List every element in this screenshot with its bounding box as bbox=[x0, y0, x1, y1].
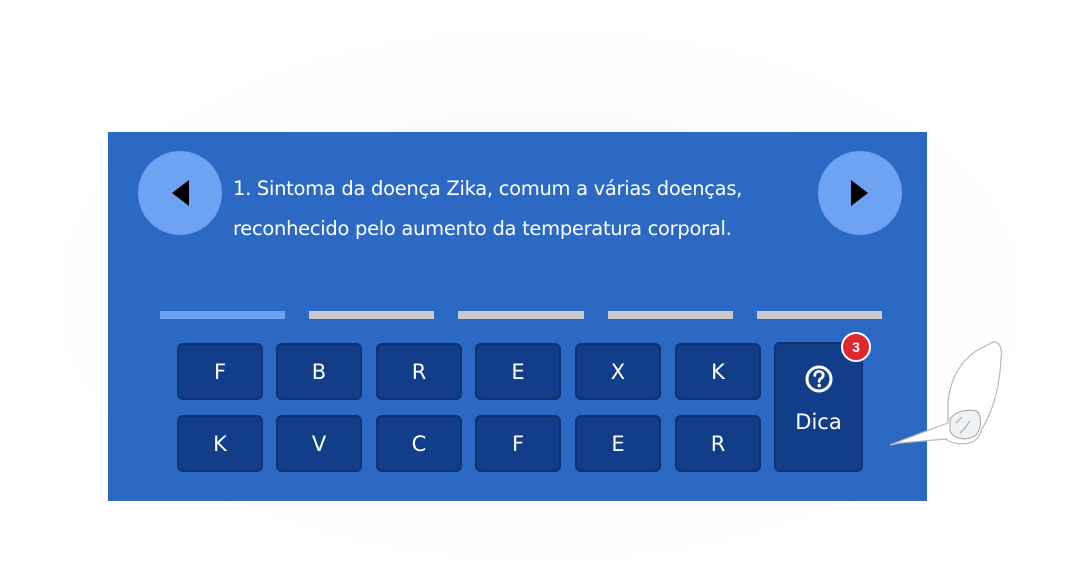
quiz-panel: 1. Sintoma da doença Zika, comum a vária… bbox=[108, 132, 1003, 501]
letter-key[interactable]: R bbox=[675, 415, 761, 472]
answer-slot bbox=[458, 311, 584, 319]
letter-key[interactable]: K bbox=[177, 415, 263, 472]
question-circle-icon bbox=[805, 365, 832, 393]
letter-key[interactable]: V bbox=[276, 415, 362, 472]
hint-count-badge: 3 bbox=[841, 332, 871, 362]
answer-slot bbox=[309, 311, 435, 319]
hint-button[interactable]: Dica bbox=[774, 342, 863, 472]
letter-key[interactable]: F bbox=[475, 415, 561, 472]
answer-slot bbox=[160, 311, 286, 319]
hint-label: Dica bbox=[795, 410, 842, 434]
letter-key[interactable]: C bbox=[376, 415, 462, 472]
answer-slots bbox=[160, 311, 883, 319]
letter-key[interactable]: R bbox=[376, 343, 462, 400]
letter-key[interactable]: B bbox=[276, 343, 362, 400]
pointing-hand-icon bbox=[890, 341, 1003, 446]
letter-key[interactable]: E bbox=[575, 415, 661, 472]
letter-key[interactable]: F bbox=[177, 343, 263, 400]
answer-slot bbox=[607, 311, 733, 319]
letter-key[interactable]: E bbox=[475, 343, 561, 400]
triangle-right-icon bbox=[851, 180, 868, 206]
letter-key[interactable]: K bbox=[675, 343, 761, 400]
previous-question-button[interactable] bbox=[138, 151, 222, 235]
letter-key[interactable]: X bbox=[575, 343, 661, 400]
question-text: 1. Sintoma da doença Zika, comum a vária… bbox=[233, 169, 793, 249]
next-question-button[interactable] bbox=[818, 151, 902, 235]
answer-slot bbox=[756, 311, 883, 319]
question-line-2: reconhecido pelo aumento da temperatura … bbox=[233, 217, 732, 240]
triangle-left-icon bbox=[172, 180, 189, 206]
question-line-1: 1. Sintoma da doença Zika, comum a vária… bbox=[233, 177, 743, 200]
